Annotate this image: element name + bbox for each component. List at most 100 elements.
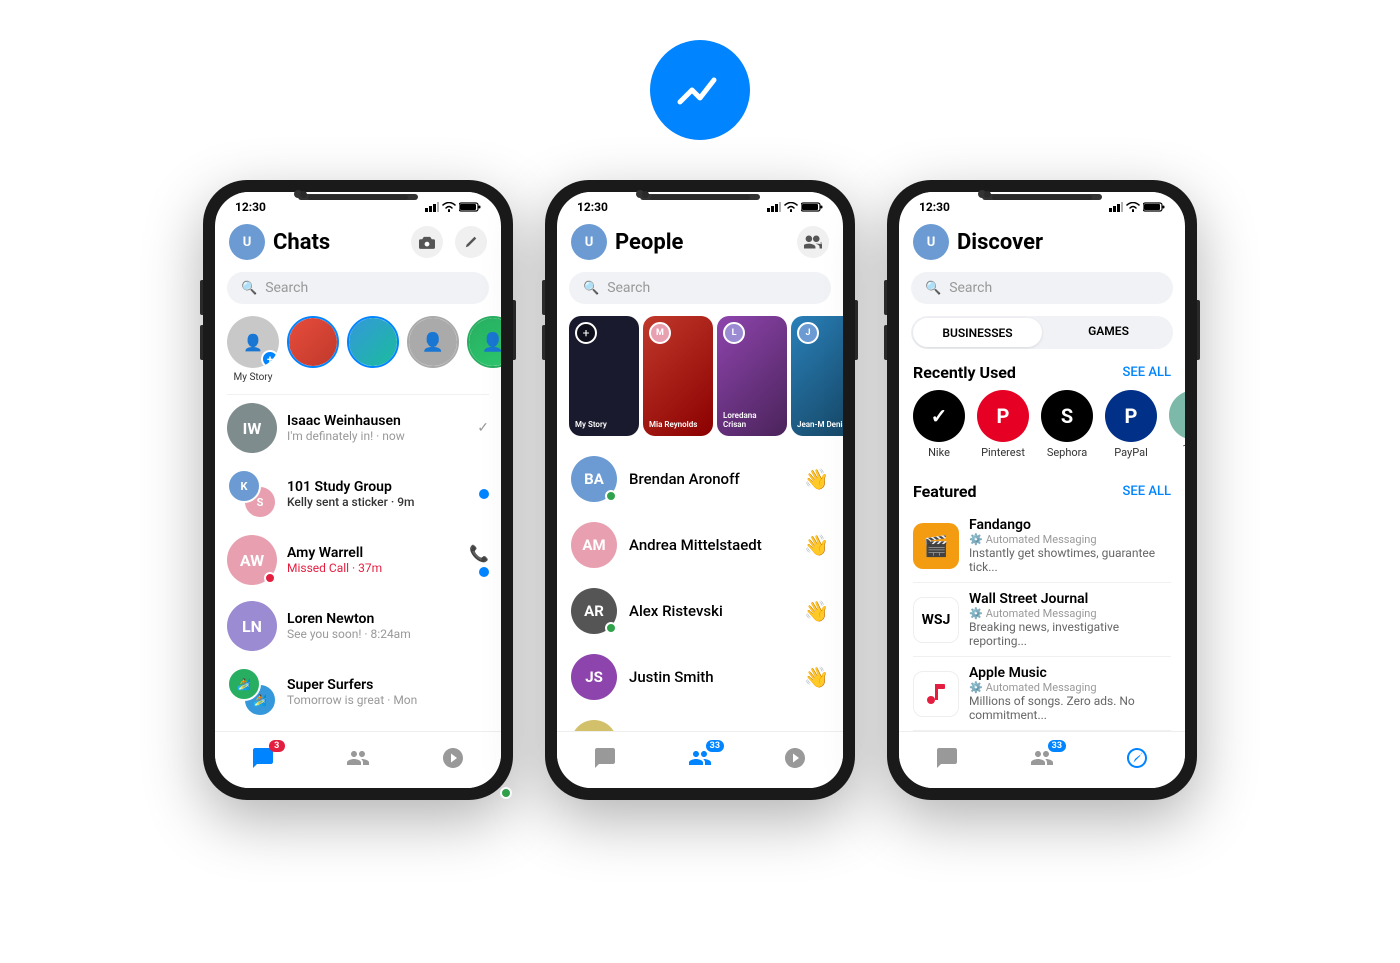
wifi-icon-2 [784, 202, 798, 212]
nav-people-2[interactable]: 33 [672, 742, 728, 774]
chat-item-isaac[interactable]: IW Isaac Weinhausen I'm definately in! ·… [215, 395, 501, 461]
paypal-icon: P [1105, 390, 1157, 442]
story-1[interactable] [287, 316, 339, 384]
people-search-bar[interactable]: 🔍 Search [569, 272, 831, 304]
story-thumb-mia[interactable]: Mia Reynolds M [643, 316, 713, 436]
people-nav-icon [346, 746, 370, 770]
discover-search-bar[interactable]: 🔍 Search [911, 272, 1173, 304]
featured-apple-music[interactable]: Apple Music ⚙️ Automated Messaging Milli… [913, 657, 1171, 731]
edit-button[interactable] [455, 226, 487, 258]
studygroup-unread-dot [479, 489, 489, 499]
featured-wsj[interactable]: WSJ Wall Street Journal ⚙️ Automated Mes… [913, 583, 1171, 657]
svg-text:+: + [819, 239, 822, 249]
featured-list: 🎬 Fandango ⚙️ Automated Messaging Instan… [899, 509, 1185, 731]
camera-button[interactable] [411, 226, 443, 258]
brand-sephora[interactable]: S Sephora [1041, 390, 1093, 466]
surfers-avatar: 🏄 🏄 [227, 667, 277, 717]
discover-header-left: U Discover [913, 224, 1043, 260]
side-btn-3 [200, 325, 203, 360]
messenger-logo-icon [670, 60, 730, 120]
isaac-read: ✓ [477, 420, 489, 436]
julyanne-avatar: JL [571, 720, 617, 731]
featured-fandango[interactable]: 🎬 Fandango ⚙️ Automated Messaging Instan… [913, 509, 1171, 583]
tab-businesses[interactable]: BUSINESSES [913, 318, 1042, 347]
apple-music-type: ⚙️ Automated Messaging [969, 681, 1171, 694]
nav-chats-1[interactable]: 3 [235, 742, 291, 774]
justin-avatar: JS [571, 654, 617, 700]
add-friend-button[interactable]: + [797, 226, 829, 258]
story-4[interactable]: 👤 [467, 316, 501, 384]
story-2[interactable] [347, 316, 399, 384]
brendan-wave: 👋 [804, 467, 829, 491]
nav-people-1[interactable] [330, 742, 386, 774]
wifi-icon-3 [1126, 202, 1140, 212]
battery-icon-3 [1143, 202, 1165, 212]
chats-title: Chats [273, 230, 330, 255]
amy-avatar: AW [227, 535, 277, 585]
isaac-avatar: IW [227, 403, 277, 453]
people-item-brendan[interactable]: BA Brendan Aronoff 👋 [557, 446, 843, 512]
isaac-preview: I'm definately in! · now [287, 429, 467, 443]
nav-badge-chats: 3 [269, 740, 285, 752]
recently-used-see-all[interactable]: SEE ALL [1123, 365, 1171, 380]
status-icons-2 [767, 202, 823, 212]
people-item-alex[interactable]: AR Alex Ristevski 👋 [557, 578, 843, 644]
loren-avatar: LN [227, 601, 277, 651]
featured-header: Featured SEE ALL [899, 478, 1185, 509]
alex-online [605, 622, 617, 634]
chat-item-amy[interactable]: AW Amy Warrell Missed Call · 37m 📞 [215, 527, 501, 593]
brand-nike[interactable]: ✓ Nike [913, 390, 965, 466]
people-item-julyanne[interactable]: JL Julyanne Liang 👋 [557, 710, 843, 731]
brand-paypal[interactable]: P PayPal [1105, 390, 1157, 466]
people-item-andrea[interactable]: AM Andrea Mittelstaedt 👋 [557, 512, 843, 578]
status-time-2: 12:30 [577, 200, 608, 214]
side-btn-7 [1197, 300, 1200, 360]
chat-item-loren[interactable]: LN Loren Newton See you soon! · 8:24am [215, 593, 501, 659]
nav-discover-2[interactable] [767, 742, 823, 774]
wsj-type-icon: ⚙️ [969, 607, 983, 620]
nav-people-3[interactable]: 33 [1014, 742, 1070, 774]
brand-pinterest[interactable]: P Pinterest [977, 390, 1029, 466]
discover-user-avatar[interactable]: U [913, 224, 949, 260]
speaker-3 [992, 195, 1092, 200]
chats-header: U Chats [215, 218, 501, 268]
discover-bottom-nav: 33 [899, 731, 1185, 788]
chats-search-text: Search [265, 280, 308, 296]
people-item-justin[interactable]: JS Justin Smith 👋 [557, 644, 843, 710]
add-friend-icon: + [804, 235, 822, 249]
story-thumb-loredana[interactable]: Loredana Crisan L [717, 316, 787, 436]
nav-chats-2[interactable] [577, 742, 633, 774]
story-3[interactable]: 👤 [407, 316, 459, 384]
chat-item-surfers[interactable]: 🏄 🏄 Super Surfers Tomorrow is great · Mo… [215, 659, 501, 725]
brand-flowers[interactable]: 🌸 1-800Flow [1169, 390, 1185, 466]
side-btn-1 [513, 300, 516, 360]
my-story-avatar: 👤 + [227, 316, 279, 368]
people-search-text: Search [607, 280, 650, 296]
alex-name: Alex Ristevski [629, 602, 792, 620]
story-4-avatar: 👤 [467, 316, 501, 368]
people-header-icons: + [797, 226, 829, 258]
people-stories-grid: My Story + Mia Reynolds M Loredana Crisa… [557, 312, 843, 446]
wifi-icon-1 [442, 202, 456, 212]
chat-item-studygroup[interactable]: K S 101 Study Group Kelly sent a sticker… [215, 461, 501, 527]
chats-header-left: U Chats [229, 224, 330, 260]
nav-chats-3[interactable] [919, 742, 975, 774]
status-time-3: 12:30 [919, 200, 950, 214]
tab-games[interactable]: GAMES [1044, 316, 1173, 349]
chat-nav-icon-3 [935, 746, 959, 770]
story-thumb-jean[interactable]: Jean-M Denis J [791, 316, 843, 436]
surfers-name: Super Surfers [287, 677, 489, 693]
featured-see-all[interactable]: SEE ALL [1123, 484, 1171, 499]
wsj-name: Wall Street Journal [969, 591, 1171, 607]
discover-search-text: Search [949, 280, 992, 296]
story-my[interactable]: 👤 + My Story [227, 316, 279, 384]
nav-discover-1[interactable] [425, 742, 481, 774]
edit-icon [464, 235, 478, 249]
paypal-name: PayPal [1114, 446, 1148, 459]
mia-story-label: Mia Reynolds [649, 420, 697, 430]
nav-discover-3[interactable] [1109, 742, 1165, 774]
story-thumb-add[interactable]: My Story + [569, 316, 639, 436]
chats-search-bar[interactable]: 🔍 Search [227, 272, 489, 304]
chats-user-avatar[interactable]: U [229, 224, 265, 260]
people-user-avatar[interactable]: U [571, 224, 607, 260]
